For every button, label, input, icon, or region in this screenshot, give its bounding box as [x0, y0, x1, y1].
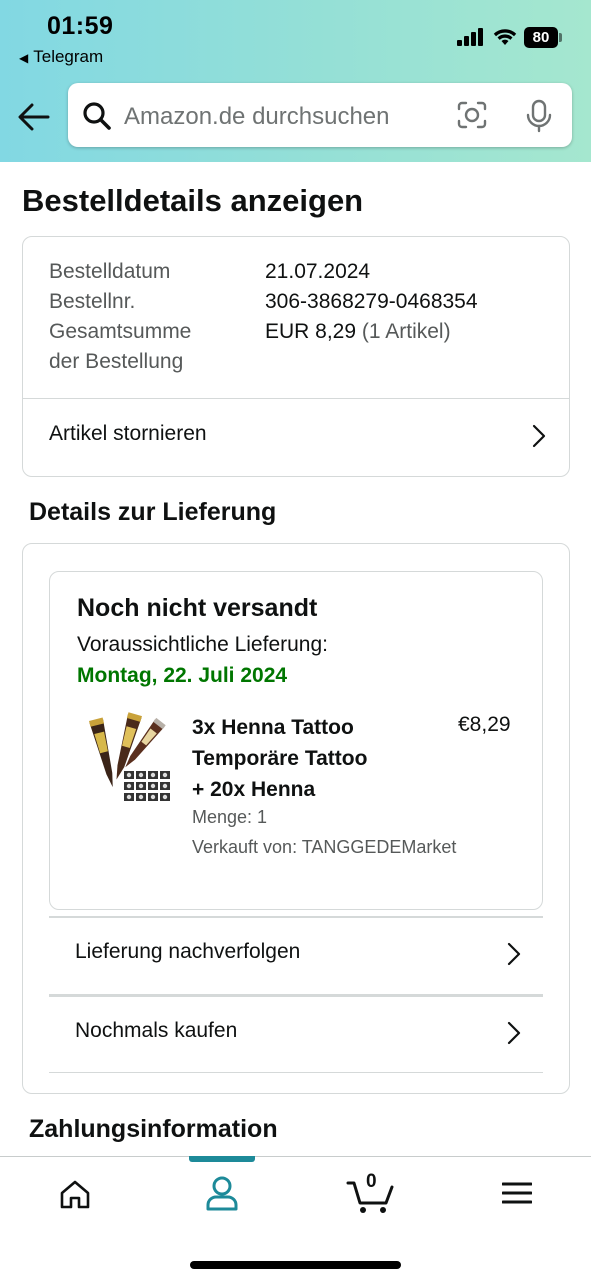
- buy-again-label: Nochmals kaufen: [75, 1019, 238, 1042]
- account-icon[interactable]: [205, 1175, 239, 1211]
- bottom-tab-bar: 0: [0, 1156, 591, 1280]
- buy-again-row[interactable]: Nochmals kaufen: [49, 997, 543, 1072]
- cart-tab[interactable]: 0: [346, 1169, 396, 1215]
- product-quantity: Menge: 1: [192, 807, 268, 827]
- order-date-value: 21.07.2024: [265, 260, 371, 283]
- product-title-line: 3x Henna Tattoo: [192, 716, 354, 739]
- active-tab-indicator: [189, 1156, 255, 1162]
- product-image[interactable]: [85, 712, 175, 808]
- delivery-section-title: Details zur Lieferung: [29, 498, 277, 526]
- status-time: 01:59: [47, 12, 114, 40]
- battery-tip: [559, 33, 562, 42]
- back-triangle-icon: ◀: [19, 51, 29, 65]
- track-delivery-row[interactable]: Lieferung nachverfolgen: [49, 918, 543, 994]
- chevron-right-icon: [532, 424, 546, 448]
- menu-icon[interactable]: [502, 1181, 532, 1205]
- product-title-line: Temporäre Tattoo: [192, 747, 368, 770]
- microphone-icon[interactable]: [526, 99, 552, 133]
- app-header: 01:59 ◀ Telegram 80 Amazon.de durchsuchen: [0, 0, 591, 162]
- divider: [49, 1072, 543, 1073]
- payment-section-title: Zahlungsinformation: [29, 1115, 278, 1143]
- chevron-right-icon: [507, 1021, 521, 1045]
- search-icon: [83, 102, 111, 130]
- camera-scan-icon[interactable]: [456, 100, 488, 130]
- estimated-delivery-date: Montag, 22. Juli 2024: [77, 664, 288, 687]
- product-price: €8,29: [458, 713, 511, 736]
- track-delivery-label: Lieferung nachverfolgen: [75, 940, 301, 963]
- back-to-app-link[interactable]: ◀ Telegram: [19, 47, 103, 67]
- order-number-value: 306-3868279-0468354: [265, 290, 478, 313]
- order-total-label-line2: der Bestellung: [49, 350, 184, 373]
- cart-count-badge: 0: [366, 1171, 377, 1192]
- page-title: Bestelldetails anzeigen: [22, 183, 364, 218]
- shipment-box: Noch nicht versandt Voraussichtliche Lie…: [49, 571, 543, 910]
- estimated-delivery-label: Voraussichtliche Lieferung:: [77, 633, 328, 656]
- order-item-count: (1 Artikel): [361, 320, 451, 343]
- cancel-items-row[interactable]: Artikel stornieren: [23, 399, 569, 477]
- order-number-label: Bestellnr.: [49, 290, 136, 313]
- cellular-signal-icon: [457, 28, 485, 46]
- order-total-label-line1: Gesamtsumme: [49, 320, 192, 343]
- delivery-card: Noch nicht versandt Voraussichtliche Lie…: [22, 543, 570, 1094]
- battery-icon: 80: [524, 27, 558, 48]
- product-seller: Verkauft von: TANGGEDEMarket: [192, 837, 457, 857]
- shipment-status: Noch nicht versandt: [77, 594, 318, 622]
- product-title-line: + 20x Henna: [192, 778, 316, 801]
- wifi-icon: [493, 29, 517, 45]
- back-arrow-icon[interactable]: [16, 100, 52, 134]
- home-icon[interactable]: [59, 1179, 91, 1209]
- search-bar[interactable]: Amazon.de durchsuchen: [68, 83, 572, 147]
- back-app-label: Telegram: [33, 47, 104, 66]
- order-total-value: EUR 8,29: [265, 320, 357, 343]
- chevron-right-icon: [507, 942, 521, 966]
- cancel-items-label: Artikel stornieren: [49, 422, 207, 445]
- product-title[interactable]: 3x Henna Tattoo Temporäre Tattoo + 20x H…: [192, 712, 412, 805]
- home-indicator: [190, 1261, 401, 1269]
- order-date-label: Bestelldatum: [49, 260, 171, 283]
- search-input[interactable]: Amazon.de durchsuchen: [124, 103, 390, 131]
- order-total-value-row: EUR 8,29 (1 Artikel): [265, 317, 451, 347]
- order-summary-card: Bestelldatum 21.07.2024 Bestellnr. 306-3…: [22, 236, 570, 477]
